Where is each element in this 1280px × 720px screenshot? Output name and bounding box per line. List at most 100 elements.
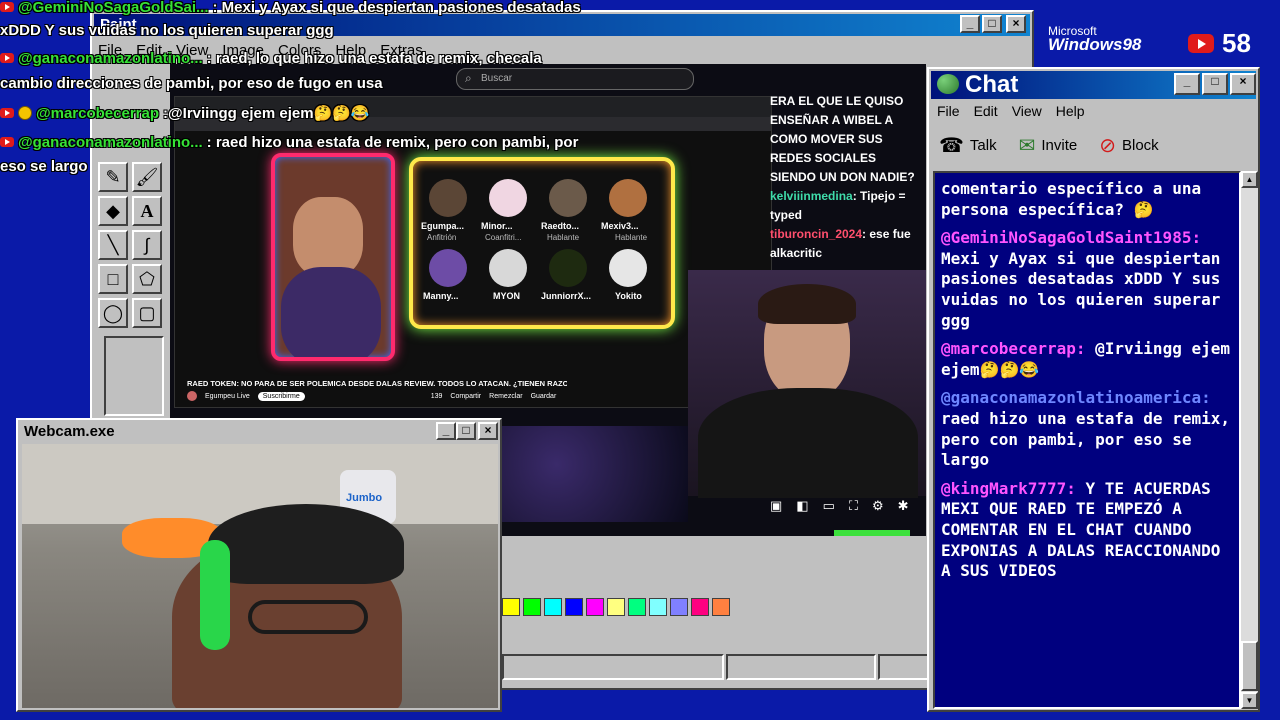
maximize-button[interactable]: □: [982, 15, 1002, 33]
overlay-text: :@Irviingg ejem ejem🤔🤔😂: [163, 105, 370, 122]
color-swatch[interactable]: [544, 598, 562, 616]
scroll-up-button[interactable]: ▲: [1241, 171, 1258, 188]
talk-label: Talk: [969, 137, 997, 154]
participant-avatar[interactable]: [489, 179, 527, 217]
channel-name[interactable]: Egumpeu Live: [205, 393, 250, 400]
youtube-icon: [0, 2, 14, 12]
overlay-text: : Mexi y Ayax si que despiertan pasiones…: [212, 0, 581, 16]
overlay-text: : raed hizo una estafa de remix, pero co…: [206, 133, 579, 151]
starfield-area: [500, 426, 688, 522]
rectangle-tool[interactable]: □: [98, 264, 128, 294]
progress-bar[interactable]: [834, 530, 910, 536]
menu-view[interactable]: View: [1012, 103, 1042, 119]
like-count[interactable]: 139: [431, 393, 443, 400]
maximize-button[interactable]: □: [1202, 73, 1228, 95]
remix-button[interactable]: Remezclar: [489, 393, 522, 400]
status-panel: [726, 654, 876, 680]
color-palette[interactable]: [502, 598, 733, 621]
brush-tool[interactable]: 🖌: [132, 162, 162, 192]
side-live-chat: ERA EL QUE LE QUISO ENSEÑAR A WIBEL A CO…: [770, 92, 924, 263]
webcam-window[interactable]: Webcam.exe _ □ × Jumbo: [16, 418, 502, 712]
color-swatch[interactable]: [565, 598, 583, 616]
host-face: [293, 197, 363, 277]
color-swatch[interactable]: [586, 598, 604, 616]
webcam-titlebar[interactable]: Webcam.exe: [20, 422, 498, 442]
logo-line2: Windows98: [1048, 35, 1142, 54]
talk-button[interactable]: ☎ Talk: [939, 133, 997, 158]
streamer-body: [698, 388, 918, 498]
color-swatch[interactable]: [649, 598, 667, 616]
fullscreen-icon[interactable]: ⛶: [849, 498, 858, 514]
close-button[interactable]: ×: [1006, 15, 1026, 33]
glasses: [248, 600, 368, 634]
color-swatch[interactable]: [502, 598, 520, 616]
minimize-button[interactable]: _: [1174, 73, 1200, 95]
polygon-tool[interactable]: ⬠: [132, 264, 162, 294]
overlay-line: xDDD Y sus vuidas no los quieren superar…: [0, 19, 334, 41]
side-chat-message: ERA EL QUE LE QUISO ENSEÑAR A WIBEL A CO…: [770, 94, 915, 184]
save-button[interactable]: Guardar: [531, 393, 557, 400]
curve-tool[interactable]: ∫: [132, 230, 162, 260]
minimize-button[interactable]: _: [436, 422, 456, 440]
participant-name: MYON: [493, 291, 520, 301]
channel-avatar[interactable]: [187, 391, 197, 401]
chat-window[interactable]: Chat _ □ × File Edit View Help ☎ Talk ✉ …: [927, 67, 1260, 712]
color-swatch[interactable]: [691, 598, 709, 616]
gear-icon[interactable]: ✱: [898, 498, 909, 514]
chat-scrollbar[interactable]: ▲ ▼: [1241, 171, 1258, 709]
tool-options-box[interactable]: [104, 336, 164, 416]
participant-name: Manny...: [423, 291, 459, 301]
menu-file[interactable]: File: [937, 103, 960, 119]
subscribe-button[interactable]: Suscribirme: [257, 391, 305, 401]
participant-name: Mexiv3...: [601, 221, 639, 231]
color-swatch[interactable]: [628, 598, 646, 616]
subtitles-icon[interactable]: ▣: [770, 498, 782, 514]
settings-icon[interactable]: ⚙: [872, 498, 884, 514]
player-controls: ▣ ◧ ▭ ⛶ ⚙ ✱: [770, 498, 909, 514]
overlay-line: @ganaconamazonlatino... : raed hizo una …: [0, 131, 578, 153]
chat-message: @GeminiNoSagaGoldSaint1985: Mexi y Ayax …: [941, 228, 1235, 331]
chat-message-text: Mexi y Ayax si que despiertan pasiones d…: [941, 248, 1221, 330]
overlay-text: eso se largo: [0, 157, 88, 175]
participant-avatar[interactable]: [429, 249, 467, 287]
close-button[interactable]: ×: [1230, 73, 1256, 95]
miniplayer-icon[interactable]: ◧: [796, 498, 808, 514]
minimize-button[interactable]: _: [960, 15, 980, 33]
menu-edit[interactable]: Edit: [974, 103, 998, 119]
windows98-logo: Microsoft Windows98: [1048, 24, 1168, 55]
color-swatch[interactable]: [523, 598, 541, 616]
scroll-thumb[interactable]: [1241, 641, 1258, 691]
block-icon: ⊘: [1099, 135, 1116, 157]
theater-icon[interactable]: ▭: [823, 498, 835, 514]
share-button[interactable]: Compartir: [450, 393, 481, 400]
menu-help[interactable]: Help: [1056, 103, 1085, 119]
participant-avatar[interactable]: [549, 249, 587, 287]
color-swatch[interactable]: [607, 598, 625, 616]
color-swatch[interactable]: [670, 598, 688, 616]
block-button[interactable]: ⊘ Block: [1099, 133, 1158, 158]
participant-avatar[interactable]: [429, 179, 467, 217]
pencil-tool[interactable]: ✎: [98, 162, 128, 192]
youtube-icon: [0, 137, 14, 147]
invite-button[interactable]: ✉ Invite: [1019, 133, 1078, 158]
participant-avatar[interactable]: [489, 249, 527, 287]
ellipse-tool[interactable]: ◯: [98, 298, 128, 328]
browser-search[interactable]: ⌕ Buscar: [456, 68, 694, 90]
search-icon: ⌕: [465, 71, 472, 85]
product-label: Jumbo: [346, 492, 383, 504]
host-camera-frame: [271, 153, 395, 361]
line-tool[interactable]: ╲: [98, 230, 128, 260]
webcam-title: Webcam.exe: [24, 423, 115, 440]
scroll-down-button[interactable]: ▼: [1241, 692, 1258, 709]
maximize-button[interactable]: □: [456, 422, 476, 440]
participant-avatar[interactable]: [609, 179, 647, 217]
fill-tool[interactable]: ◆: [98, 196, 128, 226]
rounded-rect-tool[interactable]: ▢: [132, 298, 162, 328]
participant-avatar[interactable]: [549, 179, 587, 217]
close-button[interactable]: ×: [478, 422, 498, 440]
text-tool[interactable]: A: [132, 196, 162, 226]
participant-avatar[interactable]: [609, 249, 647, 287]
overlay-text: xDDD Y sus vuidas no los quieren superar…: [0, 21, 334, 39]
streamer-camera: [688, 270, 926, 498]
color-swatch[interactable]: [712, 598, 730, 616]
